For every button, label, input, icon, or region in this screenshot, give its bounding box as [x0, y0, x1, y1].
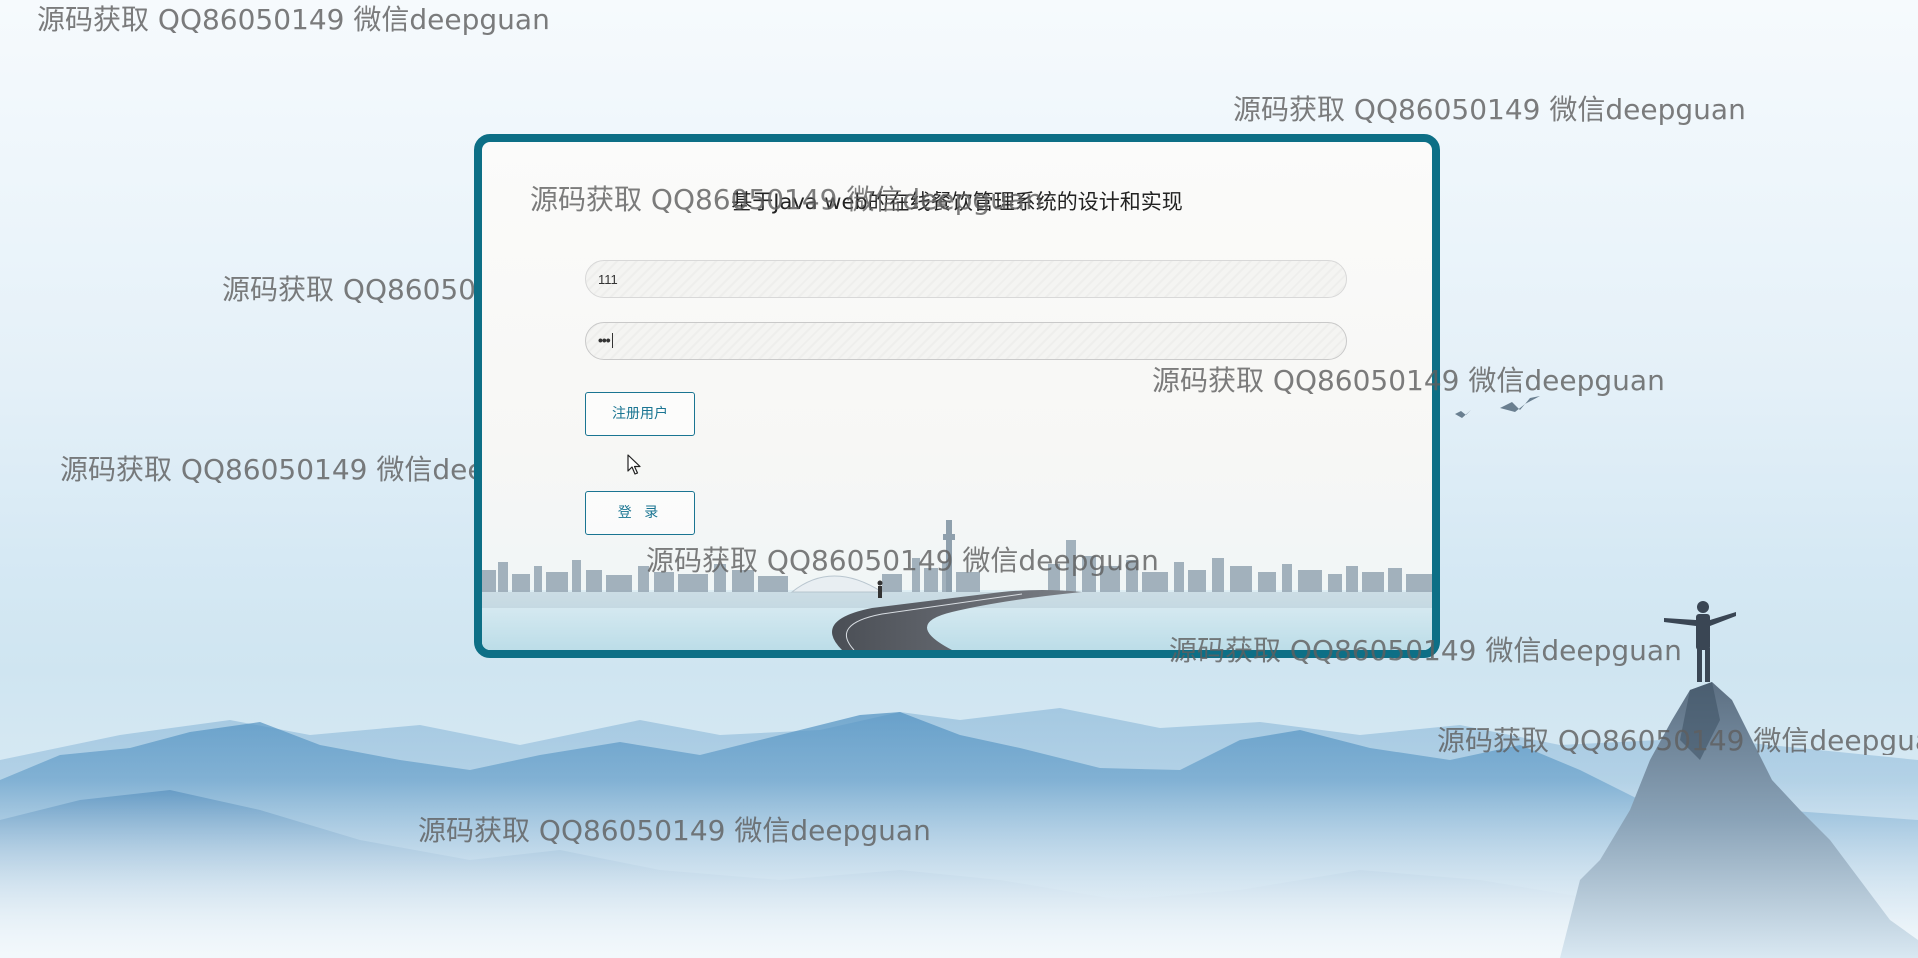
username-field[interactable]: 111 [585, 260, 1347, 298]
page-title: 基于Java web的在线餐饮管理系统的设计和实现 [731, 190, 1183, 214]
login-button[interactable]: 登 录 [585, 491, 695, 535]
arrow-cursor-icon [627, 454, 641, 475]
username-value: 111 [598, 272, 618, 287]
login-card: 基于Java web的在线餐饮管理系统的设计和实现 111 ••• 注册用户 登… [474, 134, 1440, 658]
password-dots: ••• [598, 332, 611, 348]
password-value: ••• [598, 333, 613, 348]
login-page: 源码获取 QQ86050149 微信deepguan 源码获取 QQ860501… [0, 0, 1918, 958]
password-field[interactable]: ••• [585, 322, 1347, 360]
text-caret [611, 333, 613, 348]
register-button[interactable]: 注册用户 [585, 392, 695, 436]
